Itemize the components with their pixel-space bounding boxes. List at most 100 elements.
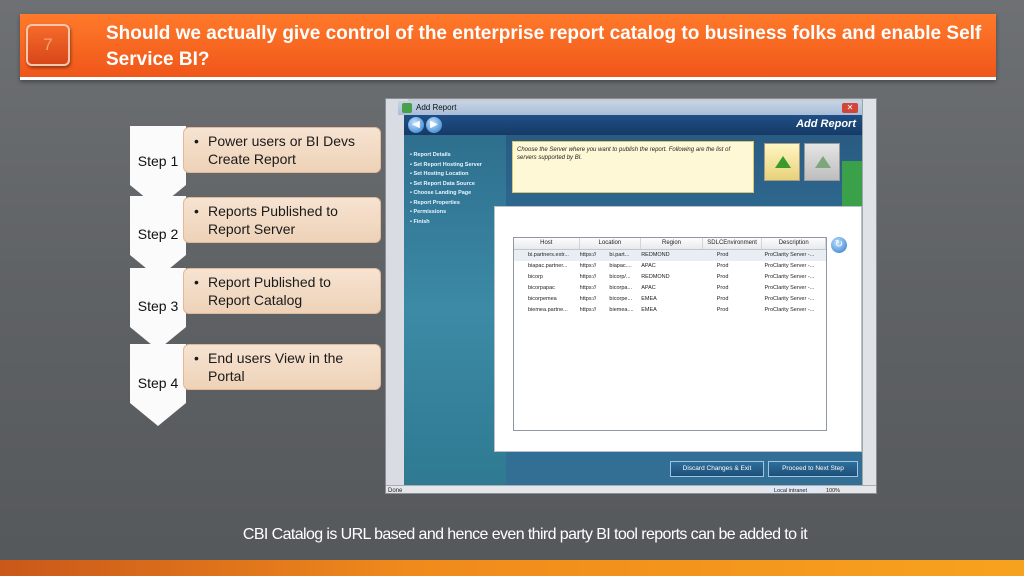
column-header-sdlc[interactable]: SDLCEnvironment: [703, 238, 763, 249]
table-row[interactable]: biemea.partne... https:// biemea.... EME…: [514, 305, 826, 316]
wizard-step-item[interactable]: • Finish: [410, 218, 506, 228]
cell-host: bicorpemea: [528, 296, 557, 302]
cell-description: ProClarity Server -...: [764, 252, 815, 258]
cell-region: EMEA: [641, 307, 657, 313]
discard-changes-button[interactable]: Discard Changes & Exit: [670, 461, 764, 477]
table-header: Host Location Region SDLCEnvironment Des…: [514, 238, 827, 250]
cell-host: biapac.partner...: [528, 263, 568, 269]
window-titlebar: Add Report ✕: [398, 101, 862, 115]
cell-host: bi.partners.extr...: [528, 252, 569, 258]
folder-upload-icon: [764, 143, 800, 181]
wizard-step-item[interactable]: • Report Properties: [410, 199, 506, 209]
step-1-text: Power users or BI Devs Create Report: [208, 133, 356, 167]
wizard-step-item[interactable]: • Permissions: [410, 208, 506, 218]
wizard-header: ◀ ▶ Add Report: [404, 115, 862, 135]
cell-host: biemea.partne...: [528, 307, 568, 313]
refresh-icon[interactable]: ↻: [831, 237, 847, 253]
wizard-step-item[interactable]: • Choose Landing Page: [410, 189, 506, 199]
table-row[interactable]: bi.partners.extr... https:// bi.part... …: [514, 250, 826, 261]
cell-sdlc: Prod: [716, 307, 729, 313]
wizard-title: Add Report: [796, 118, 856, 130]
instruction-note: Choose the Server where you want to publ…: [512, 141, 754, 193]
step-2-text: Reports Published to Report Server: [208, 203, 338, 237]
wizard-step-item[interactable]: • Set Hosting Location: [410, 170, 506, 180]
cell-region: APAC: [641, 263, 656, 269]
green-accent-bar: [842, 161, 862, 209]
cell-protocol: https://: [579, 307, 597, 313]
column-header-location[interactable]: Location: [580, 238, 642, 249]
bullet-glyph: •: [194, 274, 199, 290]
server-table: Host Location Region SDLCEnvironment Des…: [513, 237, 827, 431]
up-arrow-icon: [775, 156, 791, 168]
step-3-text: Report Published to Report Catalog: [208, 274, 331, 308]
browser-status-bar: Done Local intranet 100%: [386, 485, 876, 494]
slide-title: Should we actually give control of the e…: [106, 23, 982, 70]
step-2-label: Step 2: [137, 226, 179, 242]
cell-location: bicorp/...: [609, 274, 631, 280]
column-header-region[interactable]: Region: [641, 238, 703, 249]
column-header-description[interactable]: Description: [762, 238, 827, 249]
cell-location: biemea....: [609, 307, 634, 313]
back-arrow-icon[interactable]: ◀: [408, 117, 424, 133]
security-zone: Local intranet: [766, 486, 822, 493]
bullet-glyph: •: [194, 350, 199, 366]
cell-host: bicorp: [528, 274, 543, 280]
up-arrow-icon: [815, 156, 831, 168]
slide-caption: CBI Catalog is URL based and hence even …: [242, 526, 808, 543]
zoom-level[interactable]: 100%: [826, 486, 840, 493]
cell-sdlc: Prod: [716, 296, 729, 302]
cell-sdlc: Prod: [716, 285, 729, 291]
proceed-next-step-button[interactable]: Proceed to Next Step: [768, 461, 858, 477]
cell-sdlc: Prod: [716, 274, 729, 280]
bullet-glyph: •: [194, 203, 199, 219]
cell-region: EMEA: [641, 296, 657, 302]
cell-host: bicorpapac: [528, 285, 555, 291]
table-row[interactable]: bicorpapac https:// bicorpa... APAC Prod…: [514, 283, 826, 294]
table-row[interactable]: bicorp https:// bicorp/... REDMOND Prod …: [514, 272, 826, 283]
wizard-step-item[interactable]: • Set Report Hosting Server: [410, 161, 506, 171]
close-icon[interactable]: ✕: [842, 103, 858, 113]
step-4-label: Step 4: [137, 375, 179, 391]
step-3-box: • Report Published to Report Catalog: [183, 268, 381, 314]
cell-location: bicorpe...: [609, 296, 633, 302]
cell-protocol: https://: [579, 285, 597, 291]
cell-description: ProClarity Server -...: [764, 296, 815, 302]
app-icon: [402, 103, 412, 113]
status-text: Done: [388, 488, 403, 494]
cell-protocol: https://: [579, 274, 597, 280]
cell-sdlc: Prod: [716, 263, 729, 269]
cell-region: APAC: [641, 285, 656, 291]
cell-location: bicorpa...: [609, 285, 633, 291]
browser-scrollbar[interactable]: [862, 99, 876, 493]
cell-description: ProClarity Server -...: [764, 285, 815, 291]
step-1-label: Step 1: [137, 153, 179, 169]
slide-number-badge: 7: [26, 24, 70, 66]
cell-protocol: https://: [579, 263, 597, 269]
cell-location: biapac....: [609, 263, 632, 269]
server-list-panel: Host Location Region SDLCEnvironment Des…: [494, 206, 862, 452]
bottom-accent-strip: [0, 560, 1024, 576]
table-row[interactable]: bicorpemea https:// bicorpe... EMEA Prod…: [514, 294, 826, 305]
step-2-box: • Reports Published to Report Server: [183, 197, 381, 243]
forward-arrow-icon[interactable]: ▶: [426, 117, 442, 133]
window-title: Add Report: [416, 103, 457, 112]
step-1-box: • Power users or BI Devs Create Report: [183, 127, 381, 173]
step-3-label: Step 3: [137, 298, 179, 314]
cell-description: ProClarity Server -...: [764, 263, 815, 269]
cell-protocol: https://: [579, 296, 597, 302]
wizard-steps-sidebar: • Report Details • Set Report Hosting Se…: [404, 135, 506, 485]
cell-description: ProClarity Server -...: [764, 307, 815, 313]
column-header-host[interactable]: Host: [514, 238, 580, 249]
bullet-glyph: •: [194, 133, 199, 149]
cell-protocol: https://: [579, 252, 597, 258]
step-4-text: End users View in the Portal: [208, 350, 344, 384]
step-4-box: • End users View in the Portal: [183, 344, 381, 390]
wizard-step-item[interactable]: • Report Details: [410, 151, 506, 161]
table-row[interactable]: biapac.partner... https:// biapac.... AP…: [514, 261, 826, 272]
wizard-step-item[interactable]: • Set Report Data Source: [410, 180, 506, 190]
cell-description: ProClarity Server -...: [764, 274, 815, 280]
cell-region: REDMOND: [641, 274, 670, 280]
cell-location: bi.part...: [609, 252, 630, 258]
cell-sdlc: Prod: [716, 252, 729, 258]
cell-region: REDMOND: [641, 252, 670, 258]
